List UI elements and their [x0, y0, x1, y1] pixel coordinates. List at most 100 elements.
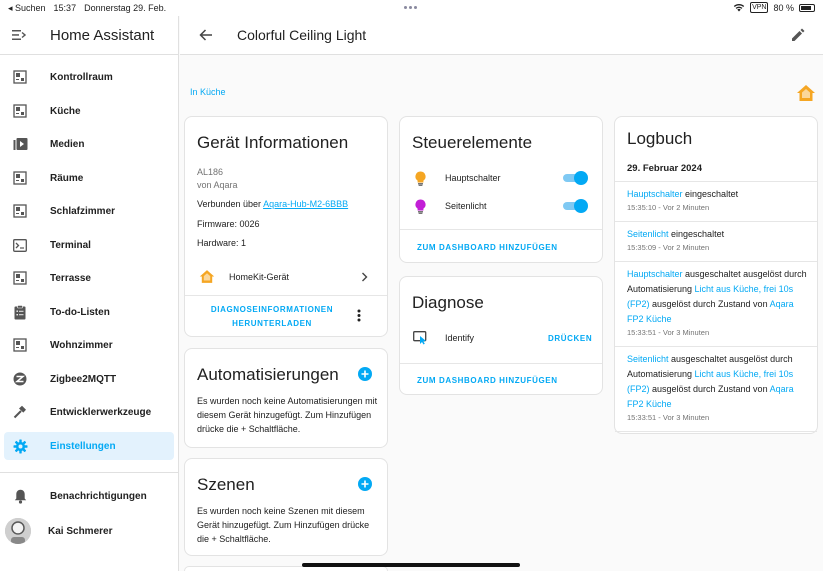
- entity-link[interactable]: Seitenlicht: [627, 354, 669, 364]
- dashboard-grid-icon: [12, 170, 28, 186]
- entity-row-hauptschalter[interactable]: Hauptschalter: [400, 169, 602, 191]
- divider: [185, 295, 387, 296]
- divider: [615, 431, 817, 432]
- area-link[interactable]: In Küche: [190, 87, 226, 97]
- divider: [615, 221, 817, 222]
- device-info-card: Gerät Informationen AL186 von Aqara Verb…: [184, 116, 388, 337]
- automations-empty-text: Es wurden noch keine Automatisierungen m…: [197, 396, 378, 434]
- entry-text: ausgelöst durch Zustand von: [649, 384, 770, 394]
- chevron-right-icon: [362, 272, 368, 282]
- sidebar-item-label: Medien: [50, 138, 85, 150]
- divider: [400, 363, 602, 364]
- add-to-dashboard-button[interactable]: ZUM DASHBOARD HINZUFÜGEN: [417, 243, 558, 252]
- home-indicator[interactable]: [302, 563, 520, 567]
- connected-via-link[interactable]: Aqara-Hub-M2-6BBB: [263, 199, 348, 209]
- back-arrow-icon[interactable]: [198, 29, 214, 41]
- lightbulb-icon: [415, 171, 426, 186]
- more-vertical-icon[interactable]: [357, 309, 361, 322]
- lightbulb-icon: [415, 199, 426, 214]
- add-scene-icon[interactable]: [358, 477, 372, 491]
- dashboard-grid-icon: [12, 103, 28, 119]
- sidebar-item-user[interactable]: Kai Schmerer: [4, 516, 174, 546]
- entity-link[interactable]: Hauptschalter: [627, 269, 683, 279]
- wifi-icon: [733, 3, 745, 12]
- entry-text: ausgelöst durch Zustand von: [649, 299, 770, 309]
- pencil-edit-icon[interactable]: [791, 28, 805, 42]
- identify-button-icon: [413, 331, 427, 345]
- sidebar-item-notifications[interactable]: Benachrichtigungen: [4, 482, 174, 510]
- sidebar-item-entwicklerwerkzeuge[interactable]: Entwicklerwerkzeuge: [4, 398, 174, 426]
- home-icon: [199, 270, 215, 283]
- entity-link[interactable]: Hauptschalter: [627, 189, 683, 199]
- entity-name: Identify: [445, 333, 475, 343]
- sidebar-item-label: Terrasse: [50, 272, 91, 284]
- sidebar-item-terrasse[interactable]: Terrasse: [4, 264, 174, 292]
- bell-icon: [12, 488, 28, 504]
- media-play-icon: [12, 136, 28, 152]
- firmware-version: Firmware: 0026: [197, 219, 260, 229]
- dashboard-grid-icon: [12, 337, 28, 353]
- entry-text: eingeschaltet: [682, 189, 739, 199]
- sidebar-item-label: To-do-Listen: [50, 306, 110, 318]
- integration-label: HomeKit-Gerät: [229, 272, 290, 282]
- multitask-dots[interactable]: [404, 6, 417, 9]
- entry-time: 15:35:09 - Vor 2 Minuten: [627, 243, 710, 252]
- menu-collapse-icon[interactable]: [12, 29, 26, 41]
- sidebar-item-schlafzimmer[interactable]: Schlafzimmer: [4, 197, 174, 225]
- sidebar-item-todo[interactable]: To-do-Listen: [4, 298, 174, 326]
- logbook-card: Logbuch 29. Februar 2024 Hauptschalter e…: [614, 116, 818, 434]
- divider: [400, 229, 602, 230]
- vpn-badge: VPN: [750, 2, 769, 13]
- scenes-card: Szenen Es wurden noch keine Szenen mit d…: [184, 458, 388, 556]
- card-title: Automatisierungen: [197, 365, 339, 384]
- sidebar-item-raeume[interactable]: Räume: [4, 164, 174, 192]
- sidebar-header: Home Assistant: [0, 16, 178, 55]
- entry-time: 15:33:51 - Vor 3 Minuten: [627, 328, 710, 337]
- sidebar-item-kontrollraum[interactable]: Kontrollraum: [4, 63, 174, 91]
- add-to-dashboard-button[interactable]: ZUM DASHBOARD HINZUFÜGEN: [417, 376, 558, 385]
- sidebar-item-terminal[interactable]: Terminal: [4, 231, 174, 259]
- diagnostics-card: Diagnose Identify DRÜCKEN ZUM DASHBOARD …: [399, 276, 603, 395]
- toggle-switch-hauptschalter[interactable]: [563, 171, 588, 185]
- dashboard-grid-icon: [12, 203, 28, 219]
- card-title: Gerät Informationen: [197, 133, 349, 152]
- scenes-empty-text: Es wurden noch keine Szenen mit diesem G…: [197, 506, 370, 544]
- card-title: Steuerelemente: [412, 133, 533, 152]
- add-automation-icon[interactable]: [358, 367, 372, 381]
- sidebar-item-label: Räume: [50, 172, 84, 184]
- sidebar-item-kueche[interactable]: Küche: [4, 97, 174, 125]
- device-model: AL186: [197, 167, 224, 177]
- sidebar-item-label: Küche: [50, 105, 81, 117]
- logbook-entry: Hauptschalter ausgeschaltet ausgelöst du…: [627, 267, 812, 339]
- zigbee-icon: [12, 371, 28, 387]
- sidebar-item-label: Kai Schmerer: [48, 525, 113, 537]
- sidebar-item-medien[interactable]: Medien: [4, 130, 174, 158]
- ios-status-bar: ◂ Suchen 15:37 Donnerstag 29. Feb. VPN 8…: [0, 0, 823, 16]
- logbook-entry: Hauptschalter eingeschaltet 15:35:10 - V…: [627, 187, 812, 214]
- back-to-search[interactable]: ◂ Suchen: [8, 3, 46, 14]
- entity-link[interactable]: Seitenlicht: [627, 229, 669, 239]
- download-line-1: DIAGNOSEINFORMATIONEN: [210, 305, 334, 314]
- sidebar-item-einstellungen[interactable]: Einstellungen: [4, 432, 174, 460]
- controls-card: Steuerelemente Hauptschalter Seitenlicht…: [399, 116, 603, 263]
- status-date: Donnerstag 29. Feb.: [84, 3, 167, 13]
- app-title: Home Assistant: [50, 26, 155, 44]
- terminal-icon: [12, 237, 28, 253]
- sidebar-item-label: Schlafzimmer: [50, 205, 116, 217]
- sidebar-item-zigbee2mqtt[interactable]: Zigbee2MQTT: [4, 365, 174, 393]
- connected-via-label: Verbunden über: [197, 199, 262, 209]
- entity-row-seitenlicht[interactable]: Seitenlicht: [400, 197, 602, 219]
- press-button[interactable]: DRÜCKEN: [548, 334, 592, 343]
- logbook-date: 29. Februar 2024: [627, 163, 702, 174]
- top-app-bar: Colorful Ceiling Light: [180, 16, 823, 55]
- card-title: Logbuch: [627, 129, 693, 148]
- sidebar: Home Assistant Kontrollraum Küche Medien…: [0, 16, 179, 571]
- hammer-icon: [12, 404, 28, 420]
- download-diagnostics-button[interactable]: DIAGNOSEINFORMATIONEN HERUNTERLADEN: [197, 303, 347, 331]
- sidebar-item-label: Terminal: [50, 239, 91, 251]
- entry-time: 15:33:51 - Vor 3 Minuten: [627, 413, 710, 422]
- sidebar-item-wohnzimmer[interactable]: Wohnzimmer: [4, 331, 174, 359]
- card-title: Szenen: [197, 475, 255, 494]
- toggle-switch-seitenlicht[interactable]: [563, 199, 588, 213]
- homekit-integration-row[interactable]: HomeKit-Gerät: [185, 267, 387, 293]
